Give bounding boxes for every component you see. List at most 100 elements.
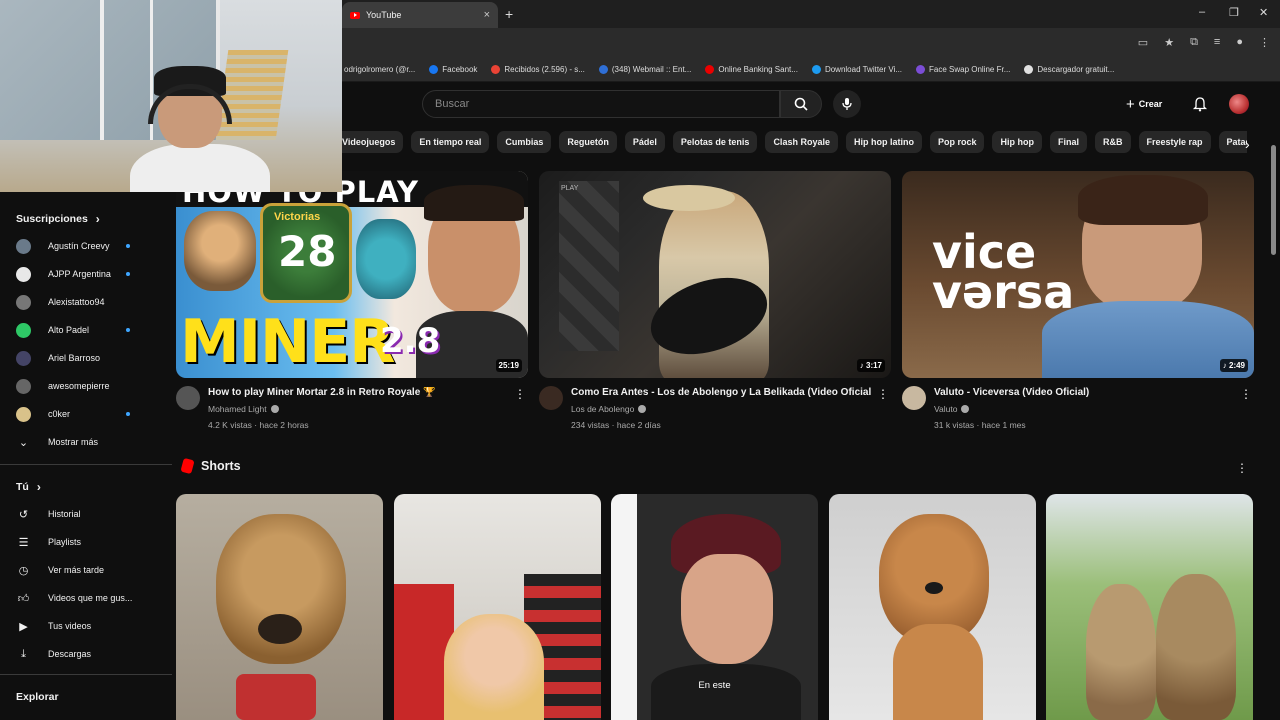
subscription-item[interactable]: c0ker <box>16 404 166 424</box>
webmail-icon <box>598 65 608 74</box>
you-item-label: Descargas <box>48 649 92 659</box>
extensions-icon[interactable]: ⧉ <box>1190 36 1198 49</box>
chip[interactable]: Freestyle rap <box>1138 131 1211 153</box>
video-thumbnail[interactable]: vice vərsa ♪ 2:49 <box>902 171 1254 378</box>
subscriptions-header[interactable]: Suscripciones › <box>16 212 100 226</box>
filter-chips: Videojuegos En tiempo real Cumbias Reguetón… <box>342 131 1247 153</box>
chip[interactable]: Clash Royale <box>765 131 838 153</box>
subscription-label: Alto Padel <box>48 325 90 335</box>
channel-avatar <box>16 322 31 338</box>
close-window-button[interactable]: ✕ <box>1259 6 1268 19</box>
verified-icon <box>961 405 970 413</box>
video-title[interactable]: Como Era Antes - Los de Abolengo y La Be… <box>571 387 871 398</box>
video-meta: 4.2 K vistas · hace 2 horas <box>208 420 309 430</box>
verified-icon <box>270 405 279 413</box>
subscription-label: Alexistattoo94 <box>48 297 105 307</box>
search-icon <box>794 97 808 111</box>
chevron-down-icon: ⌄ <box>18 436 29 449</box>
search-input[interactable]: Buscar <box>422 90 780 118</box>
channel-name[interactable]: Mohamed Light <box>208 404 279 414</box>
bookmark-banking[interactable]: Online Banking Sant... <box>705 65 798 74</box>
chip[interactable]: Videojuegos <box>342 131 404 153</box>
more-options-icon[interactable]: ⋮ <box>1236 461 1248 475</box>
chip[interactable]: R&B <box>1095 131 1131 153</box>
channel-avatar[interactable] <box>902 386 926 410</box>
bookmark-webmail[interactable]: (348) Webmail :: Ent... <box>598 65 691 74</box>
voice-search-button[interactable] <box>833 90 861 118</box>
browser-tab-youtube[interactable]: YouTube × <box>342 2 498 28</box>
chevron-right-icon: › <box>36 480 41 494</box>
chip[interactable]: Reguetón <box>559 131 617 153</box>
chevron-right-icon[interactable]: › <box>1245 136 1250 152</box>
tab-close-icon[interactable]: × <box>484 9 490 21</box>
chip[interactable]: Hip hop <box>992 131 1042 153</box>
subscription-item[interactable]: Alto Padel <box>16 320 166 340</box>
chip[interactable]: Patadas <box>1218 131 1247 153</box>
create-button[interactable]: + Crear <box>1126 93 1162 115</box>
chip[interactable]: Pádel <box>624 131 665 153</box>
chip[interactable]: Pelotas de tenis <box>672 131 758 153</box>
star-icon[interactable]: ★ <box>1164 36 1174 49</box>
short-card[interactable] <box>176 494 383 720</box>
search-button[interactable] <box>780 90 822 118</box>
show-more-button[interactable]: ⌄ Mostrar más <box>16 432 166 452</box>
bookmark-twitter-downloader[interactable]: Download Twitter Vi... <box>811 65 902 74</box>
channel-avatar <box>16 294 31 310</box>
video-thumbnail[interactable]: HOW TO PLAY Victorias 28 MINER 2.8 25:19 <box>176 171 528 378</box>
subscription-label: Ariel Barroso <box>48 353 101 363</box>
bookmark-gmail[interactable]: Recibidos (2.596) - s... <box>491 65 585 74</box>
like-icon: 👍︎ <box>17 592 30 605</box>
you-item[interactable]: 👍︎ Videos que me gus... <box>16 588 166 608</box>
history-icon: ↺ <box>18 508 29 521</box>
short-card[interactable] <box>394 494 601 720</box>
new-tab-button[interactable]: + <box>505 6 513 22</box>
bookmark[interactable]: odrigolromero (@r... <box>344 65 415 74</box>
more-options-icon[interactable]: ⋮ <box>1240 387 1252 401</box>
you-header[interactable]: Tú › <box>16 480 41 494</box>
profile-icon[interactable]: ● <box>1236 36 1243 49</box>
channel-name[interactable]: Los de Abolengo <box>571 404 647 414</box>
bookmark-face-swap[interactable]: Face Swap Online Fr... <box>916 65 1010 74</box>
subscription-item[interactable]: Agustín Creevy <box>16 236 166 256</box>
chip[interactable]: Pop rock <box>929 131 985 153</box>
more-options-icon[interactable]: ⋮ <box>877 387 889 401</box>
chip[interactable]: Cumbias <box>497 131 552 153</box>
you-item[interactable]: ◷ Ver más tarde <box>16 560 166 580</box>
divider <box>0 674 172 675</box>
you-item[interactable]: ▶ Tus videos <box>16 616 166 636</box>
channel-avatar <box>16 350 31 366</box>
channel-name[interactable]: Valuto <box>934 404 970 414</box>
you-item[interactable]: ↺ Historial <box>16 504 166 524</box>
video-thumbnail[interactable]: PLAY ♪ 3:17 <box>539 171 891 378</box>
short-card[interactable] <box>1046 494 1253 720</box>
you-item[interactable]: ☰ Playlists <box>16 532 166 552</box>
short-card[interactable] <box>829 494 1036 720</box>
chip[interactable]: Final <box>1049 131 1087 153</box>
subscription-item[interactable]: AJPP Argentina <box>16 264 166 284</box>
short-card[interactable]: En este <box>611 494 818 720</box>
video-title[interactable]: How to play Miner Mortar 2.8 in Retro Ro… <box>208 387 508 398</box>
media-icon[interactable]: ≡ <box>1214 36 1220 49</box>
duration-badge: ♪ 3:17 <box>856 359 885 372</box>
subscription-item[interactable]: Alexistattoo94 <box>16 292 166 312</box>
bookmark-downloader[interactable]: Descargador gratuit... <box>1024 65 1114 74</box>
video-title[interactable]: Valuto - Viceversa (Video Oficial) <box>934 387 1234 398</box>
subscription-item[interactable]: Ariel Barroso <box>16 348 166 368</box>
scrollbar[interactable] <box>1271 145 1276 255</box>
facebook-icon <box>429 65 439 74</box>
channel-avatar[interactable] <box>176 386 200 410</box>
restore-button[interactable]: ❐ <box>1229 6 1239 19</box>
more-options-icon[interactable]: ⋮ <box>514 387 526 401</box>
channel-avatar[interactable] <box>539 386 563 410</box>
minimize-button[interactable]: – <box>1199 6 1205 18</box>
notifications-bell-icon[interactable] <box>1192 96 1208 112</box>
channel-avatar <box>16 238 31 254</box>
bookmark-facebook[interactable]: Facebook <box>429 65 477 74</box>
account-avatar[interactable] <box>1229 94 1249 114</box>
chip[interactable]: Hip hop latino <box>845 131 922 153</box>
you-item[interactable]: ⤓ Descargas <box>16 644 166 664</box>
cast-icon[interactable]: ▭ <box>1138 36 1148 49</box>
menu-icon[interactable]: ⋮ <box>1259 36 1270 49</box>
chip[interactable]: En tiempo real <box>411 131 490 153</box>
subscription-item[interactable]: awesomepierre <box>16 376 166 396</box>
